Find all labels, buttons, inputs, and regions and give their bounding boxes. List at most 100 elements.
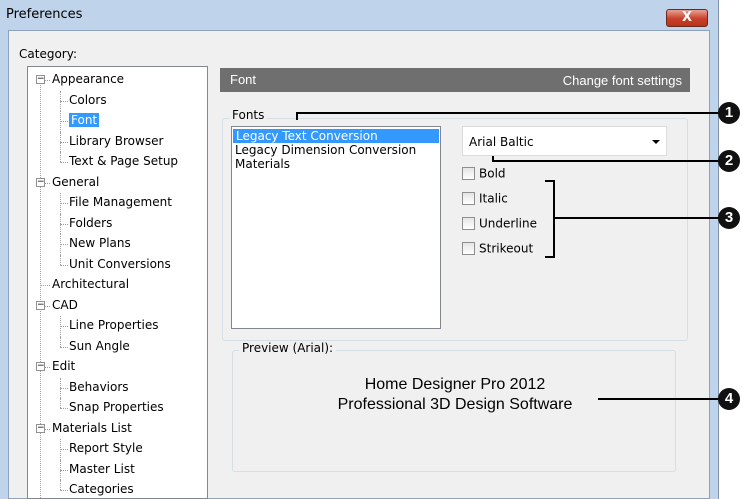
checkbox-box[interactable] [462,217,475,230]
tree-connector [60,254,61,265]
tree-item-label: General [52,174,100,189]
tree-connector [60,408,68,409]
tree-expander-icon[interactable]: − [36,362,45,371]
checkbox-box[interactable] [462,167,475,180]
tree-connector [60,459,61,480]
tree-item-materials-list[interactable]: Materials List [52,419,132,438]
panel-header: Font Change font settings [220,68,690,92]
tree-item-new-plans[interactable]: New Plans [69,234,131,253]
bold-label: Bold [479,166,506,181]
checkbox-box[interactable] [462,192,475,205]
font-name-dropdown[interactable]: Arial Baltic [462,126,667,156]
list-item-legacy-text[interactable]: Legacy Text Conversion [233,129,439,143]
tree-connector [60,121,68,122]
tree-connector [60,449,68,450]
tree-item-label: Sun Angle [69,338,130,353]
tree-item-categories[interactable]: Categories [69,480,134,498]
tree-connector [60,111,61,132]
tree-item-appearance[interactable]: Appearance [52,70,124,89]
tree-item-snap-properties[interactable]: Snap Properties [69,398,164,417]
tree-expander-icon[interactable]: − [36,177,45,187]
list-item-materials[interactable]: Materials [232,157,440,171]
category-label: Category: [19,47,77,61]
callout-badge-2: 2 [718,150,740,172]
window-title: Preferences [6,7,83,22]
tree-connector [60,316,61,337]
preview-label: Preview (Arial): [239,341,337,355]
tree-item-unit-conversions[interactable]: Unit Conversions [69,255,171,274]
tree-item-label: Colors [69,92,107,107]
tree-item-label: Appearance [52,72,125,86]
callout-badge-3: 3 [718,207,740,229]
tree-item-label: Report Style [69,441,143,455]
tree-item-label: Text & Page Setup [69,154,179,168]
callout-2-leader [492,160,720,162]
italic-checkbox[interactable]: Italic [462,191,508,207]
title-bar: Preferences X [0,0,718,30]
tree-item-font[interactable]: Font [69,111,100,130]
tree-connector [60,152,61,162]
tree-expander-icon[interactable]: − [36,300,45,310]
tree-connector [60,234,61,255]
tree-connector [60,244,68,245]
tree-item-label: Unit Conversions [69,256,171,271]
tree-connector [60,141,68,143]
tree-connector [60,326,68,327]
close-button[interactable]: X [666,9,708,27]
bold-checkbox[interactable]: Bold [462,166,506,182]
list-item-legacy-dimension[interactable]: Legacy Dimension Conversion [232,143,440,157]
callout-1-leader-tick [296,112,298,120]
tree-connector [60,480,61,490]
fonts-group-label: Fonts [229,108,268,122]
tree-item-colors[interactable]: Colors [69,91,107,110]
tree-item-text-page-setup[interactable]: Text & Page Setup [69,152,178,171]
strikeout-checkbox[interactable]: Strikeout [462,241,533,257]
tree-item-label: Behaviors [69,379,129,394]
tree-connector [60,346,68,348]
tree-item-edit[interactable]: Edit [52,357,75,376]
underline-checkbox[interactable]: Underline [462,216,537,232]
tree-item-label: Edit [52,359,76,373]
tree-connector [60,264,68,266]
tree-connector [60,439,61,460]
font-category-list[interactable]: Legacy Text Conversion Legacy Dimension … [231,126,441,329]
tree-connector [60,490,68,491]
tree-connector [60,193,61,214]
tree-item-behaviors[interactable]: Behaviors [69,378,129,397]
tree-connector [60,100,68,102]
tree-connector [60,90,61,111]
tree-item-folders[interactable]: Folders [69,214,112,233]
tree-item-label: Library Browser [69,133,164,148]
tree-item-label: Architectural [52,277,130,291]
tree-expander-icon[interactable]: − [36,423,45,433]
tree-expander-icon[interactable]: − [36,75,45,84]
tree-item-file-management[interactable]: File Management [69,193,172,212]
callout-4-leader [598,398,720,400]
checkbox-box[interactable] [462,242,475,255]
tree-item-line-properties[interactable]: Line Properties [69,316,158,335]
callout-3-leader [553,217,720,219]
tree-item-library-browser[interactable]: Library Browser [69,132,163,151]
tree-item-cad[interactable]: CAD [52,296,78,315]
panel-title: Font [230,72,257,87]
chevron-down-icon[interactable] [652,140,660,144]
tree-item-label: Materials List [52,420,132,435]
tree-connector [60,336,61,347]
callout-3-bracket [553,180,555,258]
tree-item-label: Line Properties [69,318,159,332]
tree-item-architectural[interactable]: Architectural [52,275,129,294]
tree-connector [60,203,68,204]
category-tree[interactable]: − Appearance Colors Font Library Browser Text… [27,66,208,499]
tree-item-label: Folders [69,215,113,230]
callout-badge-4: 4 [718,388,740,410]
tree-item-label: Snap Properties [69,400,164,414]
tree-connector [60,131,61,152]
tree-item-report-style[interactable]: Report Style [69,439,143,458]
tree-item-general[interactable]: General [52,173,99,192]
tree-item-master-list[interactable]: Master List [69,460,135,479]
callout-3-bracket-top [545,180,555,182]
tree-item-sun-angle[interactable]: Sun Angle [69,337,130,356]
italic-label: Italic [479,191,508,206]
tree-item-label: CAD [52,297,78,312]
tree-expander-icon[interactable] [36,280,45,289]
